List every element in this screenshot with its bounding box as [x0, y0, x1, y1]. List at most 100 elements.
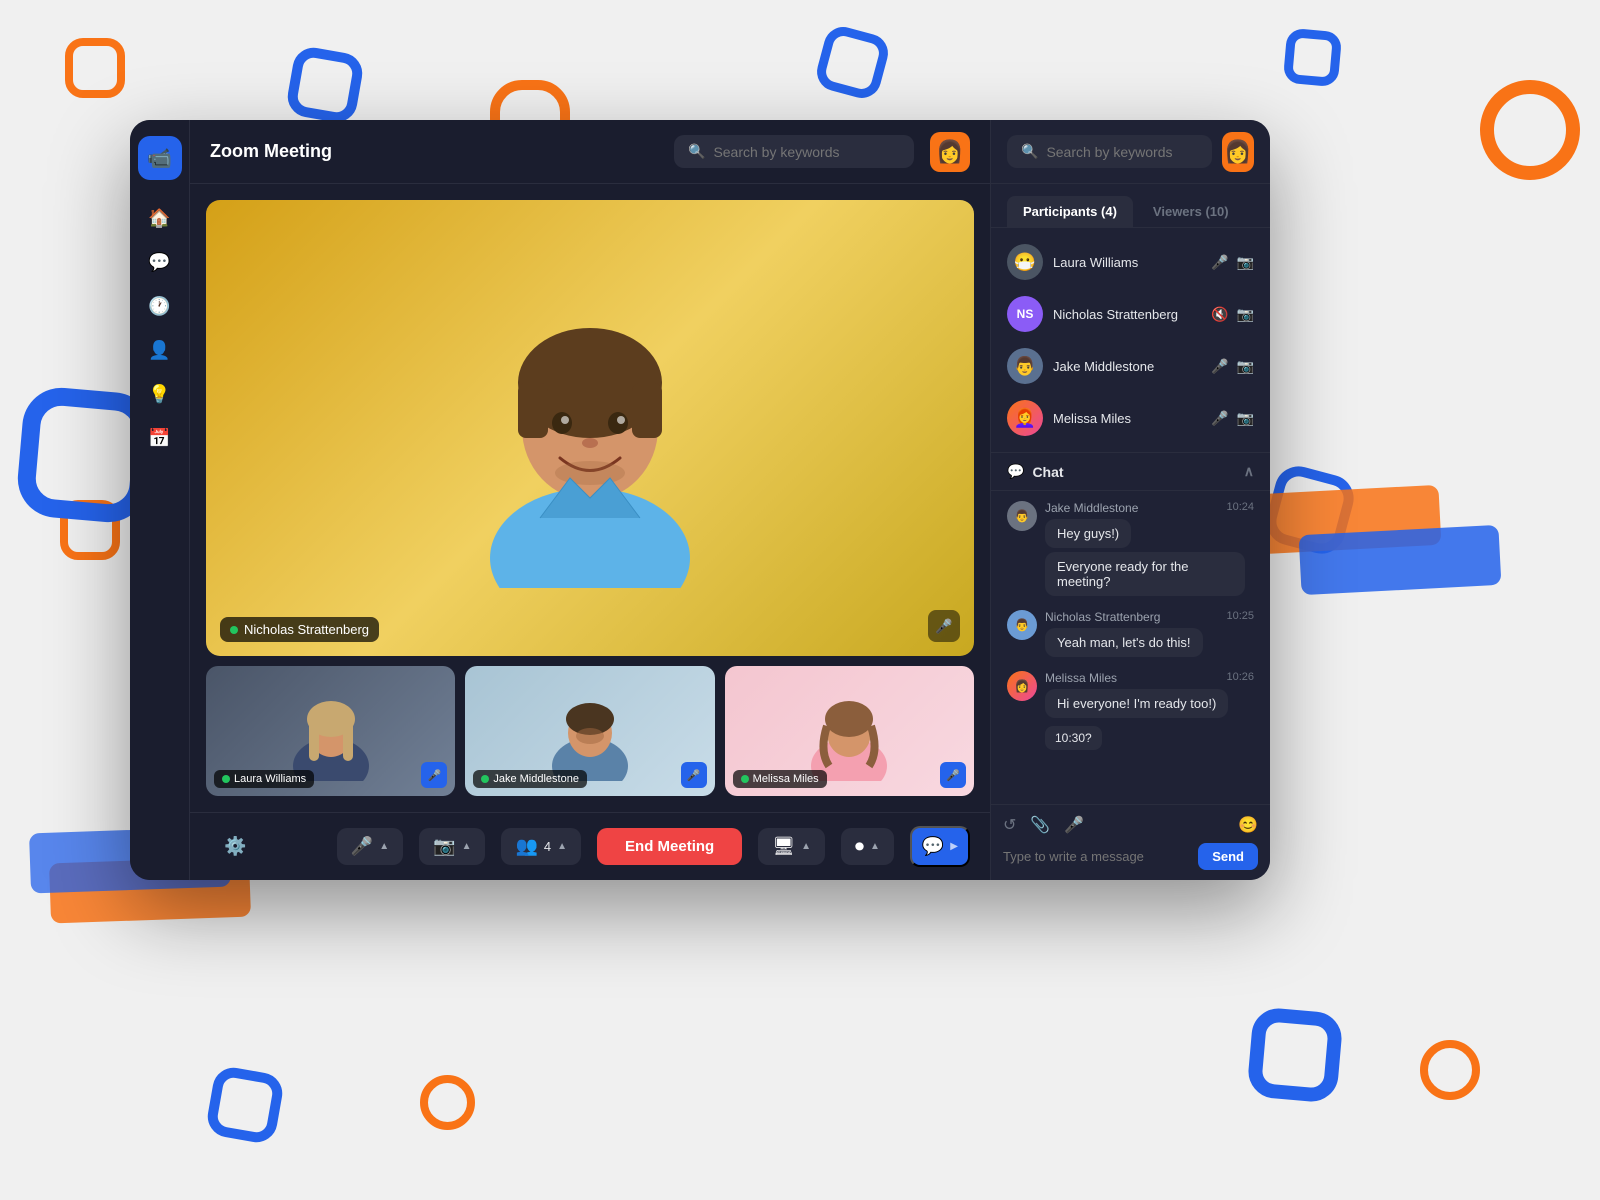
- participant-row: 👩‍🦰 Melissa Miles 🎤 📷: [991, 392, 1270, 444]
- sidebar-item-chat[interactable]: 💬: [142, 244, 178, 280]
- send-button[interactable]: Send: [1198, 843, 1258, 870]
- participant-avatar-laura: 😷: [1007, 244, 1043, 280]
- record-icon: ⏺: [855, 836, 864, 857]
- thumb-label-melissa: Melissa Miles: [753, 773, 819, 785]
- participants-button[interactable]: 👥 4 ▲: [501, 828, 581, 865]
- panel-tabs: Participants (4) Viewers (10): [991, 184, 1270, 228]
- chat-toolbar-icons: ↺ 📎 🎤 😊: [1003, 815, 1258, 835]
- participant-row: NS Nicholas Strattenberg 🔇 📷: [991, 288, 1270, 340]
- mic-button[interactable]: 🎤 ▲: [337, 828, 403, 865]
- panel-search-input[interactable]: [1046, 144, 1197, 160]
- user-avatar[interactable]: 👩: [930, 132, 970, 172]
- video-thumbnails: Laura Williams 🎤: [206, 666, 974, 796]
- sidebar-item-ideas[interactable]: 💡: [142, 376, 178, 412]
- panel-header: 🔍 👩: [991, 120, 1270, 184]
- camera-button[interactable]: 📷 ▲: [419, 828, 485, 865]
- panel-search-bar[interactable]: 🔍: [1007, 135, 1212, 168]
- chat-time-nick: 10:25: [1226, 610, 1254, 624]
- end-meeting-button[interactable]: End Meeting: [597, 828, 742, 865]
- laura-mic-icon[interactable]: 🎤: [1211, 254, 1228, 271]
- ns-initials: NS: [1017, 307, 1034, 321]
- record-button[interactable]: ⏺ ▲: [841, 828, 894, 865]
- main-video-name-tag: Nicholas Strattenberg: [220, 617, 379, 642]
- chat-time-jake: 10:24: [1226, 501, 1254, 515]
- chat-nick-emoji: 👨: [1015, 618, 1030, 632]
- chat-bubble-jake-2: Everyone ready for the meeting?: [1045, 552, 1245, 596]
- chat-sender-melissa: Melissa Miles: [1045, 671, 1117, 685]
- tab-viewers[interactable]: Viewers (10): [1137, 196, 1245, 227]
- video-thumb-jake: Jake Middlestone 🎤: [465, 666, 714, 796]
- participant-name-laura: Laura Williams: [1053, 255, 1201, 270]
- app-container: 📹 🏠 💬 🕐 👤 💡 📅 Zoom Meeting 🔍 👩: [130, 120, 1270, 880]
- online-dot-melissa: [741, 775, 749, 783]
- search-bar[interactable]: 🔍: [674, 135, 914, 168]
- screen-share-button[interactable]: 🖥 ▲: [758, 828, 825, 865]
- chat-bubble-melissa-2: 10:30?: [1045, 726, 1102, 750]
- chat-section: 💬 Chat ∧ 👨 Jake Middlestone 10:24 Hey: [991, 453, 1270, 880]
- chat-messages: 👨 Jake Middlestone 10:24 Hey guys!) Ever…: [991, 491, 1270, 804]
- thumb-mic-jake[interactable]: 🎤: [681, 762, 707, 788]
- sidebar-item-home[interactable]: 🏠: [142, 200, 178, 236]
- main-video: Nicholas Strattenberg 🎤: [206, 200, 974, 656]
- chat-toolbar-mic[interactable]: 🎤: [1064, 815, 1084, 835]
- thumb-name-melissa: Melissa Miles: [733, 770, 827, 788]
- app-logo[interactable]: 📹: [138, 136, 182, 180]
- laura-video-icon[interactable]: 📷: [1237, 254, 1254, 271]
- chat-icon-label: 💬: [1007, 463, 1024, 480]
- sidebar: 📹 🏠 💬 🕐 👤 💡 📅: [130, 120, 190, 880]
- chat-message-input[interactable]: [1003, 849, 1190, 864]
- chat-chevron: ▶: [950, 841, 958, 852]
- chat-bubble-nick-1: Yeah man, let's do this!: [1045, 628, 1203, 657]
- sidebar-item-calendar[interactable]: 📅: [142, 420, 178, 456]
- jake-video-icon[interactable]: 📷: [1237, 358, 1254, 375]
- chat-toolbar-file[interactable]: 📎: [1030, 815, 1050, 835]
- chat-content-nick: Nicholas Strattenberg 10:25 Yeah man, le…: [1045, 610, 1254, 661]
- participant-row: 😷 Laura Williams 🎤 📷: [991, 236, 1270, 288]
- jake-mic-icon[interactable]: 🎤: [1211, 358, 1228, 375]
- chat-time-melissa: 10:26: [1226, 671, 1254, 685]
- chat-collapse-btn[interactable]: ∧: [1244, 463, 1254, 480]
- video-thumb-laura: Laura Williams 🎤: [206, 666, 455, 796]
- main-video-mute-btn[interactable]: 🎤: [928, 610, 960, 642]
- melissa-video-icon[interactable]: 📷: [1237, 410, 1254, 427]
- nicholas-video-icon[interactable]: 📷: [1237, 306, 1254, 323]
- chat-input-area: ↺ 📎 🎤 😊 Send: [991, 804, 1270, 880]
- chat-content-jake: Jake Middlestone 10:24 Hey guys!) Everyo…: [1045, 501, 1254, 600]
- user-avatar-image: 👩: [936, 139, 963, 165]
- header: Zoom Meeting 🔍 👩: [190, 120, 990, 184]
- participant-controls-nicholas: 🔇 📷: [1211, 306, 1254, 323]
- participants-chevron: ▲: [557, 841, 567, 852]
- chat-group-melissa: 👩 Melissa Miles 10:26 Hi everyone! I'm r…: [1007, 671, 1254, 750]
- participant-name-nicholas: Nicholas Strattenberg: [1053, 307, 1201, 322]
- laura-avatar-emoji: 😷: [1014, 252, 1036, 273]
- thumb-label-jake: Jake Middlestone: [493, 773, 579, 785]
- participant-controls-melissa: 🎤 📷: [1211, 410, 1254, 427]
- sidebar-item-contacts[interactable]: 👤: [142, 332, 178, 368]
- tab-participants[interactable]: Participants (4): [1007, 196, 1133, 227]
- chat-header: 💬 Chat ∧: [991, 453, 1270, 491]
- melissa-mic-icon[interactable]: 🎤: [1211, 410, 1228, 427]
- main-content: Zoom Meeting 🔍 👩: [190, 120, 990, 880]
- thumb-mic-laura[interactable]: 🎤: [421, 762, 447, 788]
- participant-controls-laura: 🎤 📷: [1211, 254, 1254, 271]
- panel-user-avatar[interactable]: 👩: [1222, 132, 1254, 172]
- chat-toggle-button[interactable]: 💬 ▶: [910, 826, 970, 867]
- nicholas-mic-icon[interactable]: 🔇: [1211, 306, 1228, 323]
- chat-melissa-emoji: 👩: [1015, 679, 1030, 693]
- chat-content-melissa: Melissa Miles 10:26 Hi everyone! I'm rea…: [1045, 671, 1254, 750]
- thumb-person-laura: [291, 681, 371, 781]
- thumb-person-jake: [550, 681, 630, 781]
- sidebar-item-history[interactable]: 🕐: [142, 288, 178, 324]
- screen-icon: 🖥: [772, 836, 795, 857]
- thumb-label-laura: Laura Williams: [234, 773, 306, 785]
- chat-toolbar-emoji[interactable]: 😊: [1238, 815, 1258, 835]
- participants-list: 😷 Laura Williams 🎤 📷 NS Nicholas Stratte…: [991, 228, 1270, 453]
- chat-toolbar-refresh[interactable]: ↺: [1003, 815, 1016, 835]
- video-icon: 📹: [147, 146, 172, 171]
- online-dot-laura: [222, 775, 230, 783]
- online-dot-jake: [481, 775, 489, 783]
- search-input[interactable]: [713, 144, 900, 160]
- settings-button[interactable]: ⚙️: [210, 828, 260, 865]
- bottom-bar: ⚙️ 🎤 ▲ 📷 ▲ 👥 4 ▲ End Meeting 🖥 ▲: [190, 812, 990, 880]
- thumb-mic-melissa[interactable]: 🎤: [940, 762, 966, 788]
